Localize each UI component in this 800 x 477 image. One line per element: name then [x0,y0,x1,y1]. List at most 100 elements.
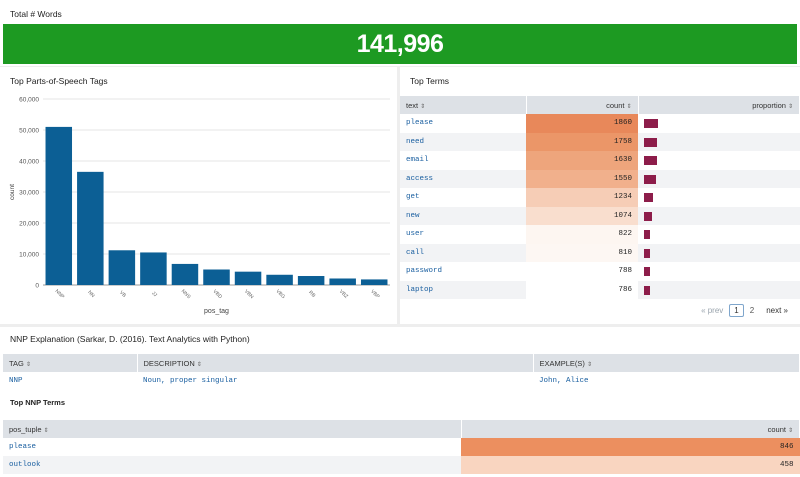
top-nnp-terms-title: Top NNP Terms [10,398,66,407]
y-tick-label: 10,000 [19,252,39,259]
term-proportion-cell [638,280,800,299]
term-text-cell: access [400,169,526,188]
nnp-panel: NNP Explanation (Sarkar, D. (2016). Text… [0,327,800,477]
page-1-link[interactable]: 1 [729,304,744,317]
term-proportion-cell [638,114,800,133]
bar [45,126,73,286]
proportion-bar [644,211,653,221]
table-row: call 810 [400,243,800,262]
x-tick-label: JJ [150,290,158,298]
x-tick-label: VBG [274,288,286,300]
term-proportion-cell [638,262,800,281]
col-header-examples[interactable]: EXAMPLE(S) ⇕ [533,354,800,372]
x-tick-label: NNP [54,288,66,300]
term-proportion-cell [638,169,800,188]
nnp-tag-cell: NNP [9,377,23,385]
term-text-cell: laptop [400,280,526,299]
total-words-value: 141,996 [356,29,444,58]
col-header-text[interactable]: text ⇕ [400,96,527,114]
table-row: please 846 [3,438,800,456]
term-text-cell: please [406,119,434,128]
term-count-cell: 786 [526,280,638,299]
pos-chart-panel: Top Parts-of-Speech Tags 0 10,000 20,000 30… [0,67,397,324]
x-tick-label: NN [86,290,96,300]
bar [140,252,167,285]
proportion-bar [644,248,651,258]
x-tick-label: VBD [211,289,223,301]
term-text-cell: user [406,230,425,239]
sort-icon: ⇕ [420,103,426,110]
term-text-cell: call [400,243,526,262]
proportion-bar [644,230,651,239]
proportion-bar [644,156,657,165]
col-header-count[interactable]: count ⇕ [526,96,639,114]
term-count-cell: 788 [526,262,638,281]
term-proportion-cell [638,151,800,170]
term-proportion-cell [638,206,800,225]
table-row: please 1860 [400,114,800,133]
page-2-link[interactable]: 2 [750,306,754,315]
col-header-proportion[interactable]: proportion ⇕ [638,96,800,114]
next-page-link[interactable]: next » [766,306,788,315]
nnp-description-cell: Noun, proper singular [143,377,238,385]
table-row: outlook 458 [3,456,800,474]
x-tick-label: VBP [369,289,381,301]
col-header-pos-tuple[interactable]: pos_tuple ⇕ [3,420,462,438]
single-value-box: 141,996 [3,24,797,64]
term-count-cell: 1758 [526,132,638,151]
total-words-panel: Total # Words 141,996 [0,0,800,66]
bar [108,250,136,285]
sort-icon: ⇕ [787,103,793,110]
term-proportion-cell [638,225,800,244]
sort-icon: ⇕ [626,103,632,110]
top-nnp-terms-table: pos_tuple ⇕ count ⇕ please 846 outlook 458 [3,420,800,474]
y-tick-label: 20,000 [19,221,39,228]
col-header-tag[interactable]: TAG ⇕ [3,354,138,372]
col-header-description[interactable]: DESCRIPTION ⇕ [137,354,534,372]
table-row: email 1630 [400,151,800,170]
x-tick-label: VBN [243,289,255,301]
top-terms-table: text ⇕ count ⇕ proportion ⇕ please 1860 need 1… [400,96,800,299]
term-count-cell: 1550 [526,169,638,188]
proportion-bar [644,174,657,184]
term-text-cell: password [406,267,443,276]
y-axis-label: count [9,184,16,200]
x-tick-label: NNS [180,288,192,300]
term-count-cell: 1860 [526,114,638,133]
y-tick-label: 30,000 [19,190,39,197]
proportion-bar [644,285,651,295]
prev-page-link[interactable]: « prev [701,306,723,315]
nnp-term-cell: please [9,443,37,451]
y-tick-label: 40,000 [19,159,39,166]
top-terms-title: Top Terms [410,76,450,86]
nnp-count-cell: 846 [461,438,800,456]
x-axis-label: pos_tag [204,308,229,315]
nnp-examples-cell: John, Alice [539,377,589,385]
term-count-cell: 1234 [526,188,638,207]
sort-icon: ⇕ [25,361,31,368]
nnp-term-cell: outlook [3,456,461,474]
term-text-cell: get [406,193,420,202]
sort-icon: ⇕ [787,427,793,434]
table-row: new 1074 [400,206,800,225]
term-text-cell: email [406,156,429,165]
col-header-nnp-count[interactable]: count ⇕ [461,420,800,438]
proportion-bar [644,267,651,276]
x-tick-label: VB [118,290,127,299]
nnp-title: NNP Explanation (Sarkar, D. (2016). Text… [10,334,250,344]
y-tick-label: 0 [35,283,39,290]
table-row: need 1758 [400,132,800,151]
bar [360,279,388,285]
pagination: « prev 1 2 next » [701,304,788,317]
sort-icon: ⇕ [43,427,49,434]
bar [297,276,325,285]
y-tick-label: 50,000 [19,128,39,135]
bar [171,263,199,285]
table-row: access 1550 [400,169,800,188]
term-count-cell: 1630 [526,151,638,170]
bar [234,271,262,285]
proportion-bar [644,119,659,128]
bar [203,269,230,285]
bar [77,171,104,285]
term-proportion-cell [638,132,800,151]
